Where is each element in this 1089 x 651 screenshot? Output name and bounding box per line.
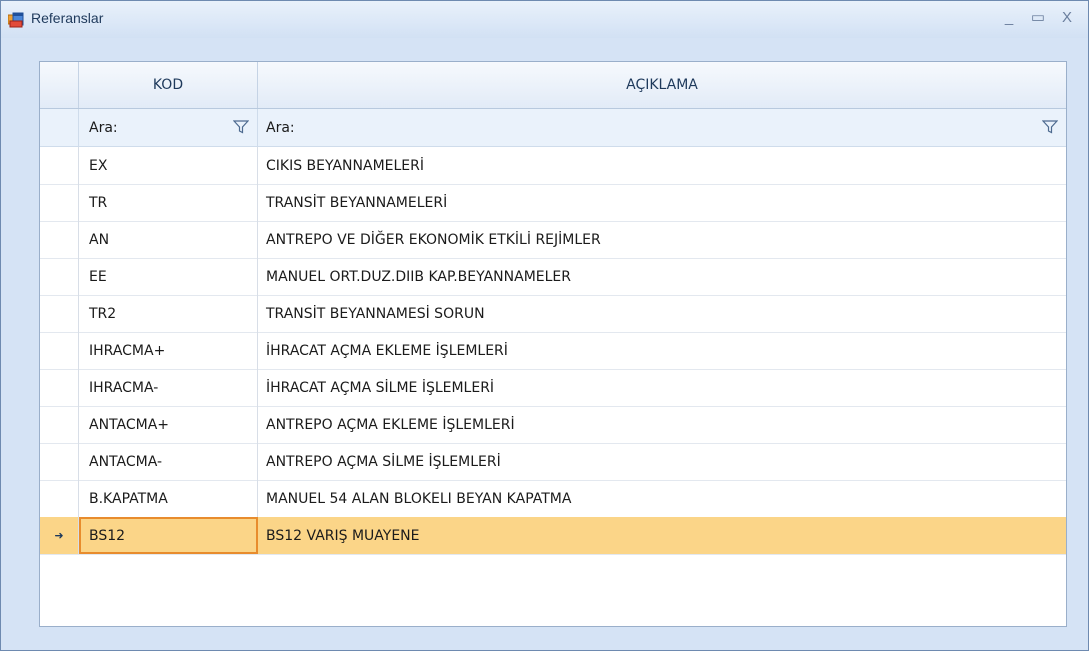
- kod-cell[interactable]: TR: [79, 184, 258, 221]
- row-indicator-cell[interactable]: [40, 480, 79, 517]
- aciklama-filter-placeholder: Ara:: [266, 119, 295, 136]
- kod-cell[interactable]: AN: [79, 221, 258, 258]
- column-header-aciklama[interactable]: AÇIKLAMA: [258, 62, 1066, 108]
- kod-cell[interactable]: B.KAPATMA: [79, 480, 258, 517]
- aciklama-cell[interactable]: BS12 VARIŞ MUAYENE: [258, 517, 1066, 554]
- filter-funnel-icon[interactable]: [233, 120, 249, 134]
- aciklama-filter-input[interactable]: Ara:: [258, 109, 1066, 146]
- filter-row: Ara: Ara:: [40, 109, 1066, 147]
- row-pointer-icon: ➜: [54, 529, 64, 542]
- minimize-button[interactable]: _: [997, 7, 1021, 29]
- table-row[interactable]: EX CIKIS BEYANNAMELERİ: [40, 147, 1066, 185]
- grid-header-row: KOD AÇIKLAMA: [40, 62, 1066, 109]
- aciklama-cell[interactable]: TRANSİT BEYANNAMELERİ: [258, 184, 1066, 221]
- row-indicator-cell[interactable]: [40, 295, 79, 332]
- filter-funnel-icon[interactable]: [1042, 120, 1058, 134]
- kod-cell[interactable]: ANTACMA+: [79, 406, 258, 443]
- aciklama-cell[interactable]: MANUEL ORT.DUZ.DIIB KAP.BEYANNAMELER: [258, 258, 1066, 295]
- aciklama-cell[interactable]: ANTREPO VE DİĞER EKONOMİK ETKİLİ REJİMLE…: [258, 221, 1066, 258]
- table-row[interactable]: ANTACMA- ANTREPO AÇMA SİLME İŞLEMLERİ: [40, 443, 1066, 481]
- table-row[interactable]: AN ANTREPO VE DİĞER EKONOMİK ETKİLİ REJİM…: [40, 221, 1066, 259]
- row-indicator-cell[interactable]: [40, 443, 79, 480]
- filter-indicator-cell: [40, 109, 79, 146]
- header-indicator-cell[interactable]: [40, 62, 79, 108]
- kod-filter-placeholder: Ara:: [89, 119, 118, 136]
- title-bar[interactable]: Referanslar _ ▭ X: [1, 1, 1088, 38]
- kod-cell[interactable]: EX: [79, 147, 258, 184]
- table-row[interactable]: TR2 TRANSİT BEYANNAMESİ SORUN: [40, 295, 1066, 333]
- kod-cell[interactable]: TR2: [79, 295, 258, 332]
- aciklama-cell[interactable]: ANTREPO AÇMA SİLME İŞLEMLERİ: [258, 443, 1066, 480]
- row-indicator-cell[interactable]: [40, 184, 79, 221]
- aciklama-cell[interactable]: İHRACAT AÇMA SİLME İŞLEMLERİ: [258, 369, 1066, 406]
- aciklama-cell[interactable]: CIKIS BEYANNAMELERİ: [258, 147, 1066, 184]
- table-row[interactable]: EE MANUEL ORT.DUZ.DIIB KAP.BEYANNAMELER: [40, 258, 1066, 296]
- aciklama-cell[interactable]: MANUEL 54 ALAN BLOKELI BEYAN KAPATMA: [258, 480, 1066, 517]
- row-indicator-cell[interactable]: [40, 369, 79, 406]
- referanslar-window: Referanslar _ ▭ X KOD AÇIKLAMA Ara: Ara:…: [0, 0, 1089, 651]
- maximize-button[interactable]: ▭: [1026, 7, 1050, 29]
- row-indicator-cell[interactable]: [40, 147, 79, 184]
- close-button[interactable]: X: [1055, 7, 1079, 29]
- column-header-kod[interactable]: KOD: [79, 62, 258, 108]
- row-indicator-cell[interactable]: [40, 258, 79, 295]
- row-indicator-cell[interactable]: ➜: [40, 517, 79, 554]
- kod-cell[interactable]: IHRACMA+: [79, 332, 258, 369]
- kod-filter-input[interactable]: Ara:: [79, 109, 258, 146]
- row-indicator-cell[interactable]: [40, 406, 79, 443]
- table-row-selected[interactable]: ➜ BS12 BS12 VARIŞ MUAYENE: [40, 517, 1066, 555]
- table-row[interactable]: IHRACMA- İHRACAT AÇMA SİLME İŞLEMLERİ: [40, 369, 1066, 407]
- kod-cell[interactable]: ANTACMA-: [79, 443, 258, 480]
- row-indicator-cell[interactable]: [40, 332, 79, 369]
- window-icon[interactable]: [8, 12, 24, 28]
- referanslar-grid[interactable]: KOD AÇIKLAMA Ara: Ara: EX CIKIS BEYANNAM…: [39, 61, 1067, 627]
- table-row[interactable]: TR TRANSİT BEYANNAMELERİ: [40, 184, 1066, 222]
- table-row[interactable]: ANTACMA+ ANTREPO AÇMA EKLEME İŞLEMLERİ: [40, 406, 1066, 444]
- window-title: Referanslar: [31, 10, 104, 26]
- window-client-area: KOD AÇIKLAMA Ara: Ara: EX CIKIS BEYANNAM…: [9, 38, 1080, 642]
- aciklama-cell[interactable]: TRANSİT BEYANNAMESİ SORUN: [258, 295, 1066, 332]
- table-row[interactable]: B.KAPATMA MANUEL 54 ALAN BLOKELI BEYAN KA…: [40, 480, 1066, 518]
- aciklama-cell[interactable]: İHRACAT AÇMA EKLEME İŞLEMLERİ: [258, 332, 1066, 369]
- table-row[interactable]: IHRACMA+ İHRACAT AÇMA EKLEME İŞLEMLERİ: [40, 332, 1066, 370]
- aciklama-cell[interactable]: ANTREPO AÇMA EKLEME İŞLEMLERİ: [258, 406, 1066, 443]
- kod-cell[interactable]: IHRACMA-: [79, 369, 258, 406]
- kod-cell[interactable]: EE: [79, 258, 258, 295]
- kod-cell[interactable]: BS12: [79, 517, 258, 554]
- row-indicator-cell[interactable]: [40, 221, 79, 258]
